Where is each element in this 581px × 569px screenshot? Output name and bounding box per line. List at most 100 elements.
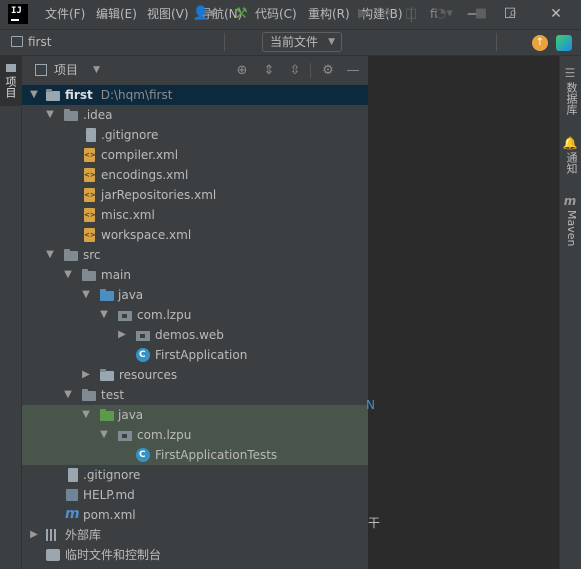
chevron-down-icon[interactable]: ▼: [44, 245, 56, 265]
tree-item-label: workspace.xml: [101, 228, 192, 242]
chevron-down-icon[interactable]: ▼: [62, 385, 74, 405]
tree-item-label: compiler.xml: [101, 148, 179, 162]
bell-icon[interactable]: 🔔: [562, 136, 578, 150]
resources-folder-icon: [100, 369, 114, 381]
hide-panel-icon[interactable]: —: [345, 56, 361, 85]
run-icon[interactable]: ▶: [354, 0, 372, 27]
xml-file-icon: [84, 168, 96, 182]
gear-icon[interactable]: ⚙: [320, 56, 336, 85]
tree-row[interactable]: ▼ com.lzpu: [22, 425, 368, 445]
locate-icon[interactable]: ⊕: [234, 56, 250, 85]
tree-row-project-root[interactable]: ▼ first D:\hqm\first: [22, 85, 368, 105]
package-icon: [118, 431, 132, 441]
expand-all-icon[interactable]: ⇕: [261, 56, 277, 85]
menu-code[interactable]: 代码(C): [255, 0, 297, 29]
menu-edit[interactable]: 编辑(E): [96, 0, 137, 29]
tree-item-label: demos.web: [155, 328, 224, 342]
menu-file[interactable]: 文件(F): [45, 0, 85, 29]
tree-item-label: .idea: [83, 108, 113, 122]
tree-row[interactable]: misc.xml: [22, 205, 368, 225]
project-tab-label: 项目: [4, 76, 17, 98]
editor-text-fragment: N: [366, 398, 375, 412]
tree-row[interactable]: m pom.xml: [22, 505, 368, 525]
header-divider: [310, 63, 311, 78]
database-tab-label[interactable]: 数据库: [563, 82, 578, 115]
maven-tab-label[interactable]: Maven: [563, 210, 578, 246]
search-icon[interactable]: ⌕: [504, 0, 522, 27]
tree-item-label: first: [65, 88, 93, 102]
chevron-right-icon[interactable]: ▶: [28, 525, 40, 545]
toolbar-divider: [224, 33, 225, 51]
tree-row[interactable]: 临时文件和控制台: [22, 545, 368, 565]
tree-row[interactable]: HELP.md: [22, 485, 368, 505]
panel-title[interactable]: 项目: [54, 56, 78, 85]
tree-row[interactable]: ▶ demos.web: [22, 325, 368, 345]
notifications-tab-label[interactable]: 通知: [563, 152, 578, 174]
package-icon: [136, 331, 150, 341]
tree-row[interactable]: ▶ 外部库: [22, 525, 368, 545]
stop-icon[interactable]: ■: [472, 0, 490, 27]
collapse-all-icon[interactable]: ⇳: [287, 56, 303, 85]
folder-icon: [82, 389, 96, 401]
package-icon: [118, 311, 132, 321]
spring-boot-class-icon: [136, 348, 150, 362]
xml-file-icon: [84, 208, 96, 222]
chevron-down-icon: ▼: [328, 37, 335, 47]
tree-row[interactable]: workspace.xml: [22, 225, 368, 245]
gitignore-file-icon: [86, 128, 96, 142]
coverage-icon[interactable]: ◫: [402, 0, 420, 27]
debug-icon[interactable]: ✲: [378, 0, 396, 27]
menu-view[interactable]: 视图(V): [147, 0, 189, 29]
tree-row[interactable]: jarRepositories.xml: [22, 185, 368, 205]
maven-icon[interactable]: m: [562, 194, 578, 208]
tree-row[interactable]: .gitignore: [22, 465, 368, 485]
chevron-right-icon[interactable]: ▶: [80, 365, 92, 385]
project-name[interactable]: first: [28, 29, 51, 56]
xml-file-icon: [84, 148, 96, 162]
chevron-down-icon[interactable]: ▼: [98, 305, 110, 325]
chevron-down-icon[interactable]: ▼: [93, 56, 100, 85]
tree-row[interactable]: compiler.xml: [22, 145, 368, 165]
chevron-down-icon[interactable]: ▼: [80, 285, 92, 305]
project-view-icon: [35, 64, 47, 76]
tree-row[interactable]: FirstApplicationTests: [22, 445, 368, 465]
chevron-down-icon[interactable]: ▼: [28, 85, 40, 105]
tree-row[interactable]: ▶ resources: [22, 365, 368, 385]
tree-row[interactable]: ▼ test: [22, 385, 368, 405]
tree-row[interactable]: .gitignore: [22, 125, 368, 145]
tree-row[interactable]: ▼ .idea: [22, 105, 368, 125]
run-configuration-select[interactable]: 当前文件 ▼: [262, 32, 342, 52]
toolbox-icon[interactable]: [556, 35, 572, 51]
chevron-down-icon[interactable]: ▼: [80, 405, 92, 425]
tree-row[interactable]: ▼ java: [22, 285, 368, 305]
tree-item-label: com.lzpu: [137, 308, 192, 322]
menu-refactor[interactable]: 重构(R): [308, 0, 350, 29]
profile-icon[interactable]: ◔▾: [428, 0, 460, 27]
chevron-right-icon[interactable]: ▶: [116, 325, 128, 345]
module-folder-icon: [46, 89, 60, 101]
folder-icon: [6, 64, 16, 72]
chevron-down-icon[interactable]: ▼: [62, 265, 74, 285]
app-logo[interactable]: IJ: [8, 4, 28, 24]
tree-row[interactable]: ▼ src: [22, 245, 368, 265]
chevron-down-icon[interactable]: ▼: [44, 105, 56, 125]
tree-item-path: D:\hqm\first: [100, 88, 173, 102]
editor-area[interactable]: [368, 56, 559, 569]
tree-row[interactable]: ▼ com.lzpu: [22, 305, 368, 325]
chevron-down-icon[interactable]: ▼: [98, 425, 110, 445]
tree-row[interactable]: ▼ main: [22, 265, 368, 285]
tree-row[interactable]: encodings.xml: [22, 165, 368, 185]
folder-icon: [64, 109, 78, 121]
tree-row[interactable]: FirstApplication: [22, 345, 368, 365]
tree-item-label: src: [83, 248, 101, 262]
close-button[interactable]: ✕: [541, 0, 571, 29]
tree-row[interactable]: ▼ java: [22, 405, 368, 425]
build-hammer-icon[interactable]: ⚒: [230, 0, 252, 27]
database-icon[interactable]: ☰: [562, 66, 578, 80]
tree-item-label: 临时文件和控制台: [65, 548, 162, 562]
source-folder-icon: [100, 289, 114, 301]
gitignore-file-icon: [68, 468, 78, 482]
user-icon[interactable]: 👤▾: [190, 0, 218, 27]
maven-icon: m: [65, 506, 80, 522]
update-icon[interactable]: ↑: [532, 35, 548, 51]
